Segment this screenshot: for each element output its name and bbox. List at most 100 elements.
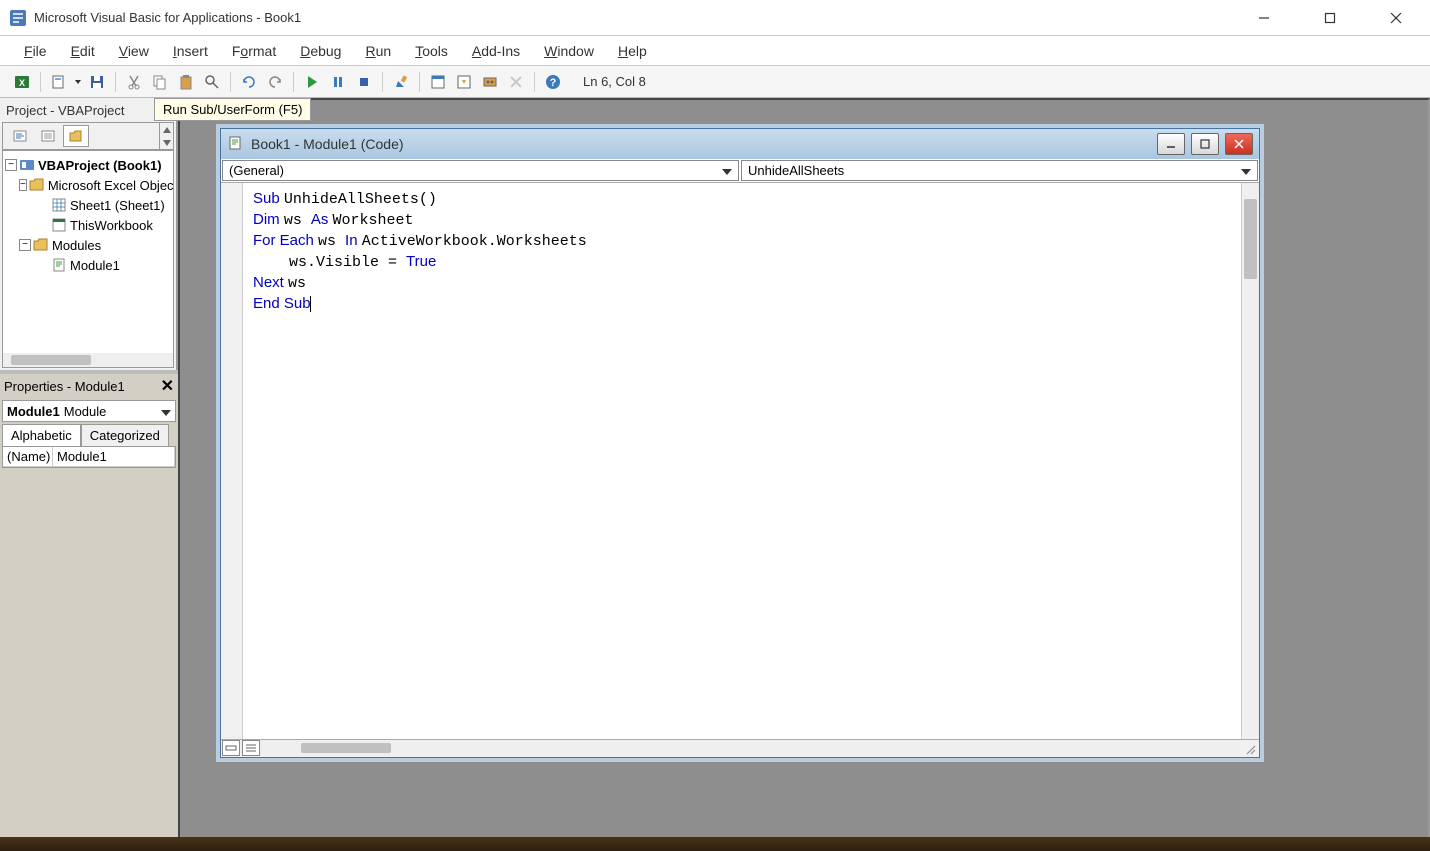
panel-scroll-up-icon[interactable] [160, 123, 173, 136]
expander-icon[interactable]: − [5, 159, 17, 171]
procedure-dropdown[interactable]: UnhideAllSheets [741, 160, 1258, 181]
module-icon [227, 135, 245, 153]
dropdown-arrow-icon [161, 404, 171, 419]
menu-window[interactable]: Window [534, 39, 604, 63]
menu-file[interactable]: File [14, 39, 57, 63]
toolbox-icon[interactable] [504, 70, 528, 94]
tree-hscrollbar[interactable] [3, 353, 173, 367]
cut-icon[interactable] [122, 70, 146, 94]
properties-panel: Properties - Module1 ✕ Module1 Module Al… [0, 370, 178, 833]
app-titlebar: Microsoft Visual Basic for Applications … [0, 0, 1430, 36]
property-key: (Name) [3, 447, 53, 467]
svg-text:X: X [19, 78, 25, 88]
view-excel-icon[interactable]: X [10, 70, 34, 94]
workbook-icon [51, 217, 67, 233]
properties-window-icon[interactable] [452, 70, 476, 94]
close-button[interactable] [1374, 3, 1418, 33]
save-icon[interactable] [85, 70, 109, 94]
paste-icon[interactable] [174, 70, 198, 94]
tree-thisworkbook[interactable]: ThisWorkbook [5, 215, 171, 235]
maximize-button[interactable] [1308, 3, 1352, 33]
full-module-view-icon[interactable] [242, 740, 260, 756]
tree-root-label: VBAProject (Book1) [38, 158, 162, 173]
properties-object-dropdown[interactable]: Module1 Module [2, 400, 176, 422]
menu-format[interactable]: Format [222, 39, 286, 63]
tab-alphabetic[interactable]: Alphabetic [2, 424, 81, 446]
undo-icon[interactable] [237, 70, 261, 94]
minimize-button[interactable] [1242, 3, 1286, 33]
tree-modules-label: Modules [52, 238, 101, 253]
panel-scroll-down-icon[interactable] [160, 136, 173, 149]
vbaproject-icon [19, 157, 35, 173]
find-icon[interactable] [200, 70, 224, 94]
toggle-folders-icon[interactable] [63, 125, 89, 147]
procedure-view-icon[interactable] [222, 740, 240, 756]
props-object-name: Module1 [7, 404, 60, 419]
toolbar-separator [40, 72, 41, 92]
project-explorer-icon[interactable] [426, 70, 450, 94]
tree-module1[interactable]: Module1 [5, 255, 171, 275]
vba-app-icon [8, 8, 28, 28]
reset-icon[interactable] [352, 70, 376, 94]
folder-icon [29, 177, 45, 193]
folder-icon [33, 237, 49, 253]
copy-icon[interactable] [148, 70, 172, 94]
mdi-workspace: Book1 - Module1 (Code) (General) UnhideA… [178, 98, 1430, 851]
menu-addins[interactable]: Add-Ins [462, 39, 530, 63]
tree-root[interactable]: − VBAProject (Book1) [5, 155, 171, 175]
menu-view[interactable]: View [109, 39, 159, 63]
properties-grid[interactable]: (Name) Module1 [2, 446, 176, 468]
project-tree[interactable]: − VBAProject (Book1) − Microsoft Excel O… [2, 150, 174, 368]
menu-tools[interactable]: Tools [405, 39, 458, 63]
tree-modules[interactable]: − Modules [5, 235, 171, 255]
toolbar-separator [382, 72, 383, 92]
expander-icon[interactable]: − [19, 179, 27, 191]
tab-categorized[interactable]: Categorized [81, 424, 169, 446]
tooltip: Run Sub/UserForm (F5) [154, 98, 311, 121]
redo-icon[interactable] [263, 70, 287, 94]
tree-excel-objects[interactable]: − Microsoft Excel Objects [5, 175, 171, 195]
code-editor[interactable]: Sub UnhideAllSheets() Dim ws As Workshee… [243, 183, 1241, 739]
svg-text:?: ? [550, 77, 557, 89]
resize-grip-icon[interactable] [1241, 740, 1259, 758]
menu-debug[interactable]: Debug [290, 39, 351, 63]
standard-toolbar: X ? Ln 6, Col 8 [0, 66, 1430, 98]
toolbar-separator [419, 72, 420, 92]
code-window-titlebar[interactable]: Book1 - Module1 (Code) [221, 129, 1259, 159]
menu-help[interactable]: Help [608, 39, 657, 63]
view-object-icon[interactable] [35, 125, 61, 147]
code-close-button[interactable] [1225, 133, 1253, 155]
app-title: Microsoft Visual Basic for Applications … [34, 10, 1242, 25]
properties-close-icon[interactable]: ✕ [161, 376, 174, 396]
scope-dropdown-value: (General) [229, 163, 284, 178]
insert-dropdown-icon[interactable] [73, 78, 83, 86]
code-vscrollbar[interactable] [1241, 183, 1259, 739]
insert-module-icon[interactable] [47, 70, 71, 94]
run-icon[interactable] [300, 70, 324, 94]
menu-insert[interactable]: Insert [163, 39, 218, 63]
property-row[interactable]: (Name) Module1 [3, 447, 175, 467]
menu-run[interactable]: Run [355, 39, 401, 63]
dropdown-arrow-icon [722, 163, 732, 178]
code-hscrollbar[interactable] [261, 740, 1241, 757]
project-panel-title: Project - VBAProject [0, 98, 176, 122]
code-maximize-button[interactable] [1191, 133, 1219, 155]
object-browser-icon[interactable] [478, 70, 502, 94]
code-margin[interactable] [221, 183, 243, 739]
design-mode-icon[interactable] [389, 70, 413, 94]
menu-edit[interactable]: Edit [61, 39, 105, 63]
tree-sheet1[interactable]: Sheet1 (Sheet1) [5, 195, 171, 215]
property-value[interactable]: Module1 [53, 447, 175, 467]
properties-title: Properties - Module1 [4, 379, 125, 394]
tree-excel-objects-label: Microsoft Excel Objects [48, 178, 174, 193]
break-icon[interactable] [326, 70, 350, 94]
scope-dropdown[interactable]: (General) [222, 160, 739, 181]
procedure-dropdown-value: UnhideAllSheets [748, 163, 844, 178]
expander-icon[interactable]: − [19, 239, 31, 251]
help-icon[interactable]: ? [541, 70, 565, 94]
code-minimize-button[interactable] [1157, 133, 1185, 155]
tree-thisworkbook-label: ThisWorkbook [70, 218, 153, 233]
toolbar-separator [115, 72, 116, 92]
view-code-icon[interactable] [7, 125, 33, 147]
dropdown-arrow-icon [1241, 163, 1251, 178]
